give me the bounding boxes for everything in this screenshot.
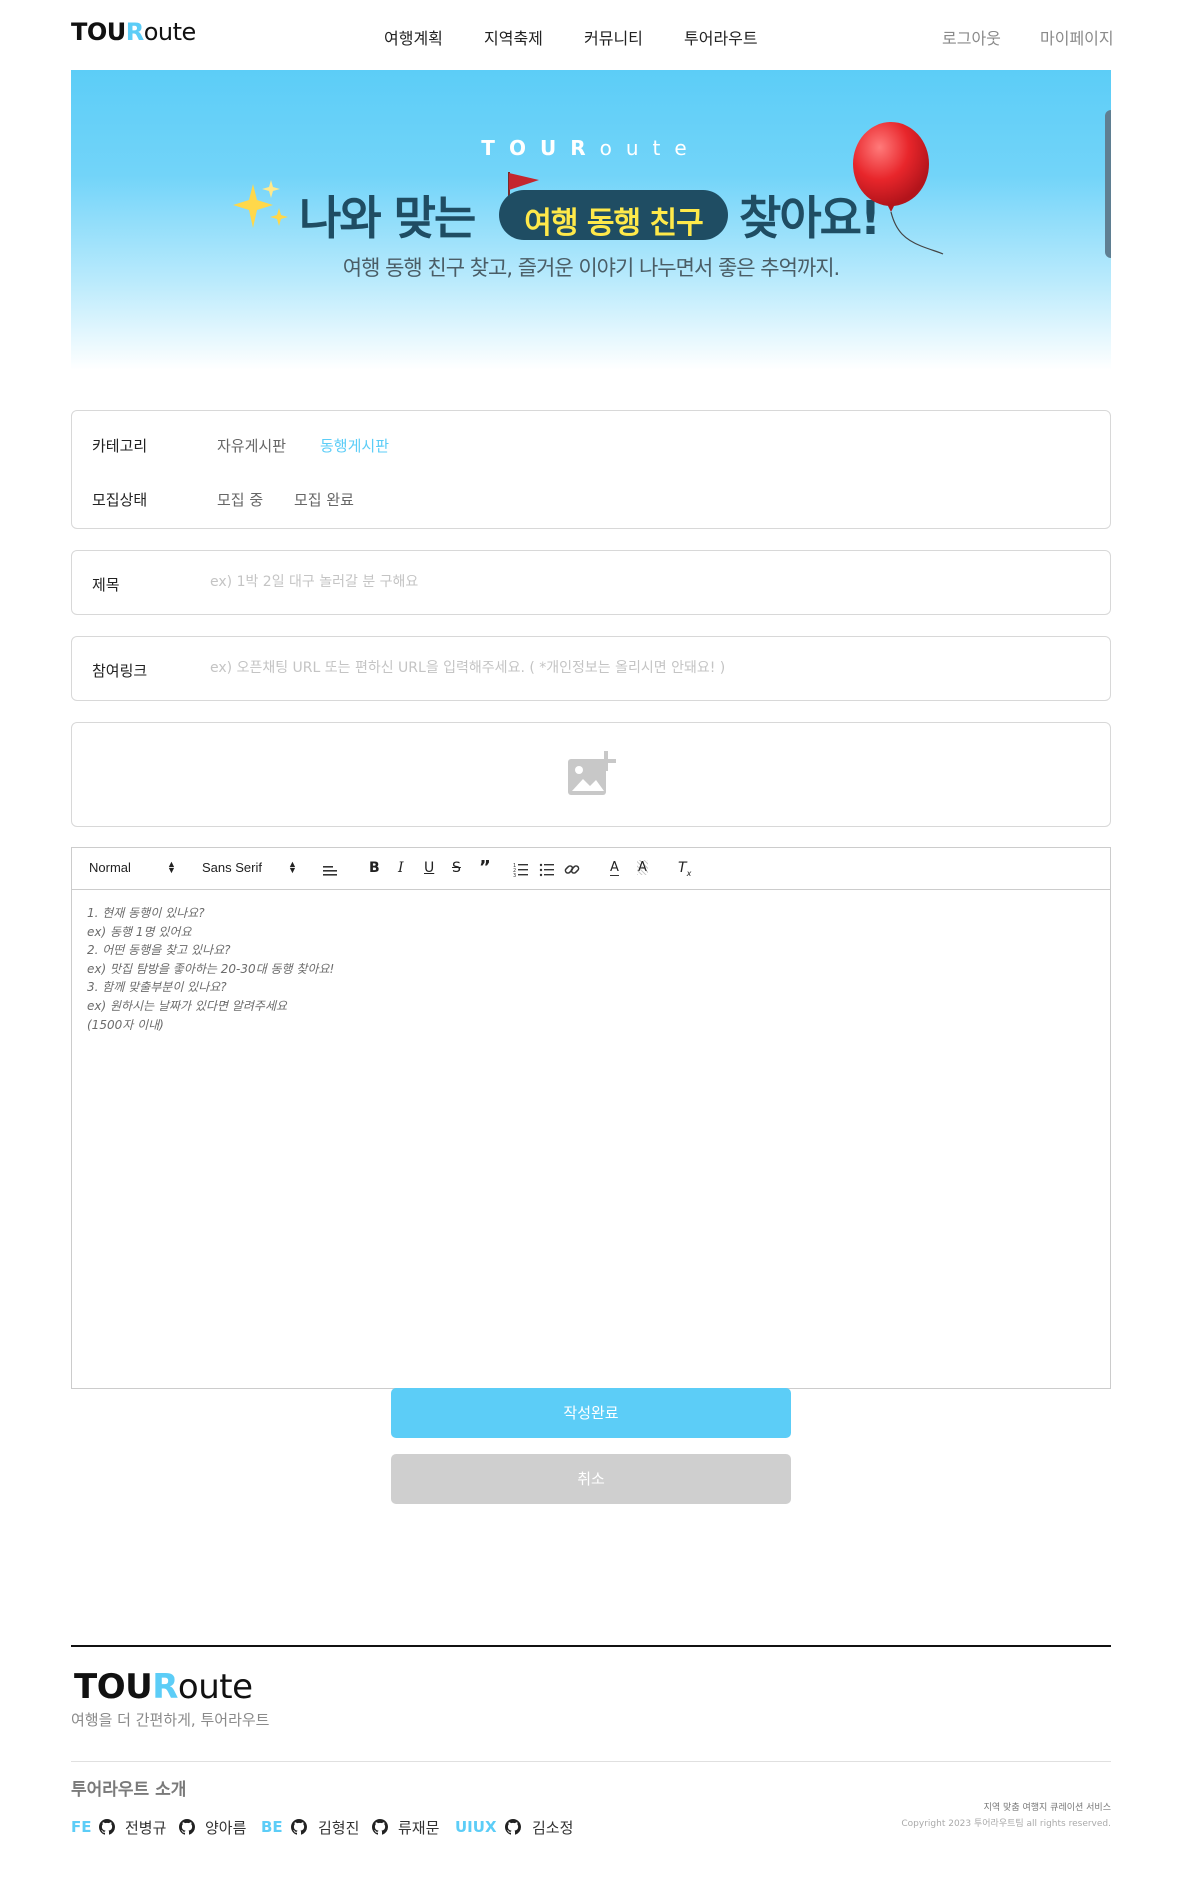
link-input[interactable] [210,655,1080,681]
link-panel: 참여링크 [71,636,1111,701]
footer-copyright: Copyright 2023 투어라우트팀 all rights reserve… [901,1819,1111,1829]
editor-toolbar: Normal ▲ ▼ Sans Serif ▲ ▼ B I U S ” 123 A … [72,848,1110,890]
team-member[interactable]: 양아름 [205,1817,246,1838]
team-member[interactable]: 전병규 [125,1817,166,1838]
brand-letter: u [625,136,653,160]
header-select[interactable]: Normal ▲ ▼ [89,859,177,876]
github-icon[interactable] [179,1819,195,1835]
team-member[interactable]: 김형진 [318,1817,359,1838]
svg-text:3: 3 [513,873,516,877]
font-select[interactable]: Sans Serif ▲ ▼ [202,859,298,876]
team-member[interactable]: 류재문 [398,1817,439,1838]
team-role: BE [261,1818,283,1836]
background-color-icon[interactable]: A [637,860,648,875]
footer-divider [71,1761,1111,1762]
editor-content[interactable]: 1. 현재 동행이 있나요? ex) 동행 1명 있어요 2. 어떤 동행을 찾… [87,904,1092,1034]
nav-travel-plan[interactable]: 여행계획 [384,25,443,49]
align-icon[interactable] [322,862,338,878]
logo-accent: R [125,18,144,46]
blockquote-icon[interactable]: ” [479,857,491,878]
banner-edge-decoration [1105,110,1111,258]
brand-letter: R [570,136,600,160]
footer-service-desc: 지역 맞춤 여행지 큐레이션 서비스 [983,1803,1111,1813]
nav-local-festival[interactable]: 지역축제 [484,25,543,49]
select-arrows-icon: ▲ ▼ [167,859,176,875]
title-input[interactable] [210,569,1080,595]
headline-pill: 여행 동행 친구 [499,190,728,241]
github-icon[interactable] [505,1819,521,1835]
title-label: 제목 [92,576,120,594]
team-list: FE 전병규 양아름 BE 김형진 류재문 UIUX 김소정 [71,1817,771,1839]
brand-letter: T [481,136,509,160]
balloon-icon [853,122,944,255]
logout-link[interactable]: 로그아웃 [942,25,1001,49]
category-option-free[interactable]: 자유게시판 [217,435,286,456]
editor-placeholder-line: 1. 현재 동행이 있나요? [87,906,205,920]
mypage-link[interactable]: 마이페이지 [1040,25,1114,49]
status-label: 모집상태 [92,491,148,509]
select-arrows-icon: ▲ ▼ [288,859,297,875]
banner-brand: TOURoute [71,136,1111,160]
strike-icon[interactable]: S [452,860,461,876]
github-icon[interactable] [291,1819,307,1835]
footer-logo-bold: TOU [74,1667,153,1707]
font-select-value: Sans Serif [202,860,262,875]
link-icon[interactable] [564,861,580,877]
category-label: 카테고리 [92,437,148,455]
team-role: UIUX [455,1818,497,1836]
footer-tagline: 여행을 더 간편하게, 투어라우트 [71,1711,270,1729]
status-option-complete[interactable]: 모집 완료 [294,489,354,510]
site-logo[interactable]: TOURoute [71,18,196,46]
submit-button[interactable]: 작성완료 [391,1388,791,1438]
headline-pill-text: 여행 동행 친구 [524,206,704,241]
editor-placeholder-line: ex) 원하시는 날짜가 있다면 알려주세요 [87,998,288,1013]
brand-letter: e [674,136,701,160]
add-photo-icon [568,751,616,795]
image-upload-area[interactable] [71,722,1111,827]
clear-format-icon[interactable]: Tx [678,860,691,878]
editor-placeholder-line: ex) 동행 1명 있어요 [87,924,192,939]
italic-icon[interactable]: I [398,860,404,876]
brand-letter: t [652,136,675,160]
footer-logo: TOURoute [74,1667,253,1707]
nav-tour-route[interactable]: 투어라우트 [684,25,758,49]
site-header: TOURoute 여행계획 지역축제 커뮤니티 투어라우트 로그아웃 마이페이지 [0,0,1181,70]
bullet-list-icon[interactable] [539,861,555,877]
ordered-list-icon[interactable]: 123 [513,861,529,877]
text-color-icon[interactable]: A [610,860,619,876]
category-option-companion[interactable]: 동행게시판 [320,435,389,456]
team-role: FE [71,1818,92,1836]
brand-letter: O [508,136,540,160]
rich-text-editor: Normal ▲ ▼ Sans Serif ▲ ▼ B I U S ” 123 A … [71,847,1111,1389]
category-status-panel: 카테고리 자유게시판 동행게시판 모집상태 모집 중 모집 완료 [71,410,1111,529]
nav-community[interactable]: 커뮤니티 [584,25,643,49]
link-label: 참여링크 [92,662,148,680]
logo-light: oute [143,18,197,46]
editor-placeholder-line: (1500자 이내) [87,1017,164,1032]
underline-icon[interactable]: U [424,860,434,876]
team-member[interactable]: 김소정 [532,1817,573,1838]
github-icon[interactable] [99,1819,115,1835]
status-option-recruiting[interactable]: 모집 중 [217,489,263,510]
brand-letter: U [539,136,571,160]
title-panel: 제목 [71,550,1111,615]
cancel-button[interactable]: 취소 [391,1454,791,1504]
editor-placeholder-line: ex) 맛집 탐방을 좋아하는 20-30대 동행 찾아요! [87,961,335,976]
footer-about-heading: 투어라우트 소개 [71,1780,187,1800]
banner-subheadline: 여행 동행 친구 찾고, 즐거운 이야기 나누면서 좋은 추억까지. [342,256,840,280]
editor-placeholder-line: 2. 어떤 동행을 찾고 있나요? [87,943,231,958]
hero-banner: TOURoute 나와 맞는 여행 동행 친구 찾아요! 여행 동행 친구 찾고… [71,70,1111,370]
sparkle-icon [233,180,288,228]
headline-left: 나와 맞는 [299,191,476,245]
footer-logo-light: oute [177,1667,253,1707]
bold-icon[interactable]: B [369,860,380,876]
brand-letter: o [599,136,626,160]
footer-top-border [71,1645,1111,1647]
logo-bold: TOU [71,18,126,46]
editor-placeholder-line: 3. 함께 맞출부분이 있나요? [87,980,227,995]
header-select-value: Normal [89,860,131,875]
github-icon[interactable] [372,1819,388,1835]
footer-logo-accent: R [152,1667,178,1707]
